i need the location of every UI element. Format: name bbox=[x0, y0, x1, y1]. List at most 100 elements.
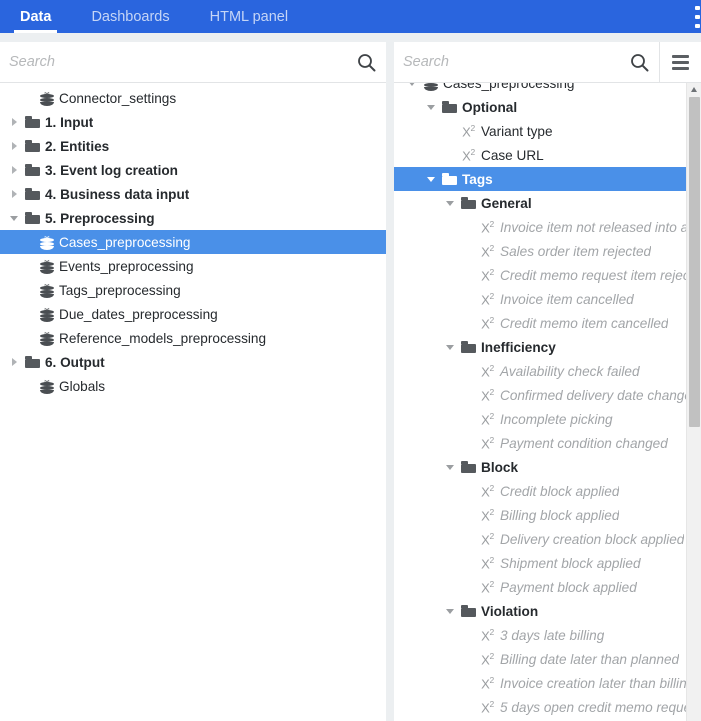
attribute-icon: X2 bbox=[477, 671, 498, 695]
folder-icon bbox=[22, 110, 43, 134]
tree-row[interactable]: ⑅Connector_settings bbox=[0, 86, 386, 110]
tree-row-label: Connector_settings bbox=[57, 91, 176, 106]
chevron-right-icon[interactable] bbox=[6, 110, 22, 134]
tree-row[interactable]: X25 days open credit memo request bbox=[394, 695, 701, 719]
tree-row[interactable]: X2Invoice item not released into account… bbox=[394, 215, 701, 239]
attribute-icon: X2 bbox=[477, 215, 498, 239]
twisty-spacer bbox=[461, 647, 477, 671]
tree-row[interactable]: 4. Business data input bbox=[0, 182, 386, 206]
scrollbar-thumb[interactable] bbox=[689, 97, 700, 427]
tree-row[interactable]: X2Invoice creation later than billing da… bbox=[394, 671, 701, 695]
tree-row[interactable]: Tags bbox=[394, 167, 701, 191]
attribute-icon: X2 bbox=[477, 527, 498, 551]
twisty-spacer bbox=[461, 623, 477, 647]
right-panel: ⑅Cases_preprocessingOptionalX2Variant ty… bbox=[394, 42, 701, 721]
right-tree-scrollbar[interactable] bbox=[686, 83, 701, 721]
attribute-icon: X2 bbox=[477, 263, 498, 287]
tree-row[interactable]: X2Payment block applied bbox=[394, 575, 701, 599]
tree-row-label: Payment condition changed bbox=[498, 436, 668, 451]
tree-row[interactable]: X2Credit memo request item rejected bbox=[394, 263, 701, 287]
tree-row[interactable]: Violation bbox=[394, 599, 701, 623]
left-tree[interactable]: ⑅Connector_settings1. Input2. Entities3.… bbox=[0, 83, 386, 721]
tree-row[interactable]: 1. Input bbox=[0, 110, 386, 134]
tree-row[interactable]: ⑅Tags_preprocessing bbox=[0, 278, 386, 302]
tree-row-label: Block bbox=[479, 460, 518, 475]
tab-dashboards[interactable]: Dashboards bbox=[71, 0, 189, 33]
chevron-down-icon[interactable] bbox=[442, 455, 458, 479]
chevron-down-icon[interactable] bbox=[442, 599, 458, 623]
twisty-spacer bbox=[461, 503, 477, 527]
folder-icon bbox=[22, 134, 43, 158]
tree-row-label: Confirmed delivery date changed bbox=[498, 388, 700, 403]
chevron-right-icon[interactable] bbox=[6, 182, 22, 206]
top-navigation-bar: DataDashboardsHTML panel bbox=[0, 0, 701, 33]
left-search-input[interactable] bbox=[0, 54, 346, 70]
tree-row-label: Credit memo item cancelled bbox=[498, 316, 668, 331]
chevron-right-icon[interactable] bbox=[6, 158, 22, 182]
tree-row[interactable]: General bbox=[394, 191, 701, 215]
tab-html-panel[interactable]: HTML panel bbox=[190, 0, 308, 33]
scroll-up-arrow-icon[interactable] bbox=[691, 87, 697, 92]
tree-row[interactable]: X2Case URL bbox=[394, 143, 701, 167]
tree-row[interactable]: X23 days late billing bbox=[394, 623, 701, 647]
tree-row[interactable]: Inefficiency bbox=[394, 335, 701, 359]
tree-row-label: Sales order item rejected bbox=[498, 244, 651, 259]
tree-row-label: Due_dates_preprocessing bbox=[57, 307, 218, 322]
twisty-spacer bbox=[461, 695, 477, 719]
tree-row-label: Violation bbox=[479, 604, 538, 619]
tree-row[interactable]: ⑅Globals bbox=[0, 374, 386, 398]
tree-row-label: Delivery creation block applied bbox=[498, 532, 684, 547]
tree-row[interactable]: X2Invoice item cancelled bbox=[394, 287, 701, 311]
twisty-spacer bbox=[20, 302, 36, 326]
tree-row[interactable]: X2Credit memo item cancelled bbox=[394, 311, 701, 335]
tree-row[interactable]: ⑅Due_dates_preprocessing bbox=[0, 302, 386, 326]
left-search-row bbox=[0, 42, 386, 83]
more-options-icon[interactable] bbox=[695, 6, 701, 28]
tree-row[interactable]: X2Variant type bbox=[394, 119, 701, 143]
right-search-icon[interactable] bbox=[619, 42, 659, 82]
chevron-right-icon[interactable] bbox=[6, 350, 22, 374]
twisty-spacer bbox=[461, 671, 477, 695]
tree-row[interactable]: X2Delivery creation block applied bbox=[394, 527, 701, 551]
chevron-down-icon[interactable] bbox=[6, 206, 22, 230]
tree-row[interactable]: X2Availability check failed bbox=[394, 359, 701, 383]
tree-row-label: Availability check failed bbox=[498, 364, 640, 379]
chevron-down-icon[interactable] bbox=[404, 83, 420, 95]
tree-row[interactable]: 3. Event log creation bbox=[0, 158, 386, 182]
right-tree[interactable]: ⑅Cases_preprocessingOptionalX2Variant ty… bbox=[394, 83, 701, 721]
tree-row[interactable]: ⑅Events_preprocessing bbox=[0, 254, 386, 278]
tree-row[interactable]: 2. Entities bbox=[0, 134, 386, 158]
right-tree-rows: ⑅Cases_preprocessingOptionalX2Variant ty… bbox=[394, 83, 701, 719]
tree-row[interactable]: Optional bbox=[394, 95, 701, 119]
right-search-input[interactable] bbox=[394, 54, 619, 70]
tree-row[interactable]: X2Billing block applied bbox=[394, 503, 701, 527]
twisty-spacer bbox=[461, 215, 477, 239]
chevron-down-icon[interactable] bbox=[442, 191, 458, 215]
tree-row[interactable]: ⑅Reference_models_preprocessing bbox=[0, 326, 386, 350]
twisty-spacer bbox=[20, 86, 36, 110]
hamburger-menu-icon[interactable] bbox=[659, 42, 701, 82]
tree-row[interactable]: 6. Output bbox=[0, 350, 386, 374]
tree-row[interactable]: X2Credit block applied bbox=[394, 479, 701, 503]
tree-row[interactable]: Block bbox=[394, 455, 701, 479]
chevron-down-icon[interactable] bbox=[442, 335, 458, 359]
tree-row[interactable]: X2Incomplete picking bbox=[394, 407, 701, 431]
tree-row[interactable]: X2Confirmed delivery date changed bbox=[394, 383, 701, 407]
tree-row[interactable]: ⑅Cases_preprocessing bbox=[0, 230, 386, 254]
twisty-spacer bbox=[461, 263, 477, 287]
tree-row[interactable]: X2Shipment block applied bbox=[394, 551, 701, 575]
chevron-right-icon[interactable] bbox=[6, 134, 22, 158]
folder-icon bbox=[22, 158, 43, 182]
tree-row[interactable]: X2Payment condition changed bbox=[394, 431, 701, 455]
chevron-down-icon[interactable] bbox=[423, 167, 439, 191]
tab-data[interactable]: Data bbox=[0, 0, 71, 33]
left-search-icon[interactable] bbox=[346, 42, 386, 82]
tree-row[interactable]: X2Sales order item rejected bbox=[394, 239, 701, 263]
folder-icon bbox=[22, 182, 43, 206]
tree-row[interactable]: ⑅Cases_preprocessing bbox=[394, 83, 701, 95]
attribute-icon: X2 bbox=[477, 407, 498, 431]
table-icon: ⑅ bbox=[36, 86, 57, 110]
tree-row[interactable]: 5. Preprocessing bbox=[0, 206, 386, 230]
chevron-down-icon[interactable] bbox=[423, 95, 439, 119]
tree-row[interactable]: X2Billing date later than planned bbox=[394, 647, 701, 671]
